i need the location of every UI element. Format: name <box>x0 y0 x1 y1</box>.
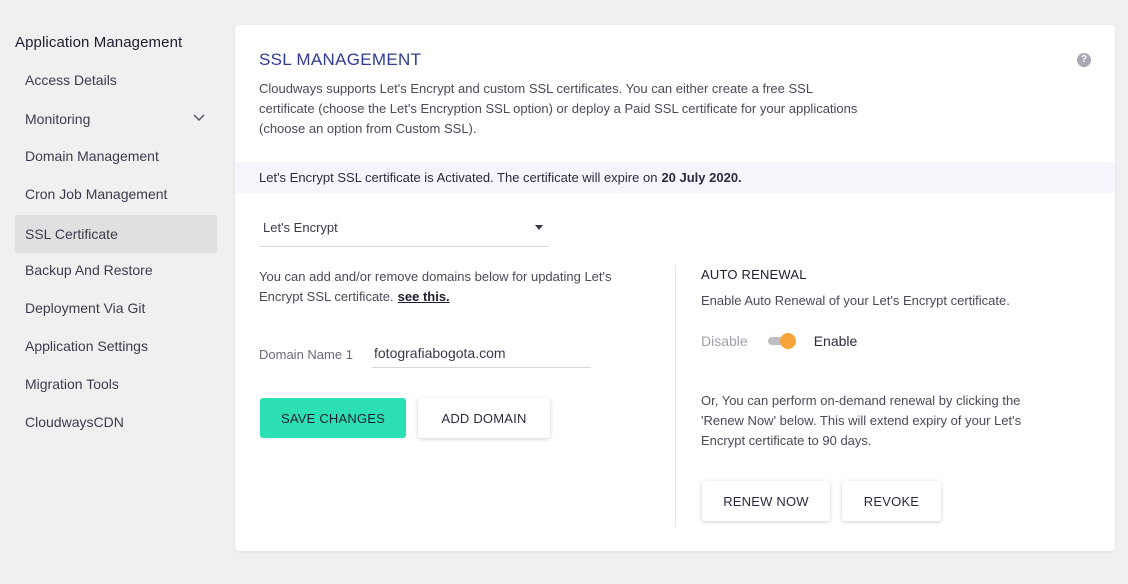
sidebar-item-monitoring[interactable]: Monitoring <box>15 100 217 138</box>
sidebar-item-access-details[interactable]: Access Details <box>15 61 217 99</box>
toggle-knob <box>779 333 796 349</box>
sidebar: Application Management Access Details Mo… <box>0 0 230 584</box>
certificate-status-bar: Let's Encrypt SSL certificate is Activat… <box>235 162 1115 193</box>
auto-renewal-toggle[interactable] <box>766 331 798 351</box>
auto-renewal-toggle-row: Disable Enable <box>701 331 857 351</box>
auto-renewal-title: AUTO RENEWAL <box>701 267 807 282</box>
page-title: SSL MANAGEMENT <box>259 50 422 69</box>
domain-name-input[interactable] <box>372 338 591 368</box>
sidebar-title: Application Management <box>15 34 183 51</box>
sidebar-item-backup-and-restore[interactable]: Backup And Restore <box>15 251 217 289</box>
toggle-disable-label: Disable <box>701 333 748 349</box>
sidebar-item-ssl-certificate[interactable]: SSL Certificate <box>15 215 217 253</box>
revoke-button[interactable]: REVOKE <box>842 481 941 521</box>
sidebar-item-cloudwayscdn[interactable]: CloudwaysCDN <box>15 403 217 441</box>
auto-renewal-description: Enable Auto Renewal of your Let's Encryp… <box>701 293 1010 308</box>
chevron-down-icon <box>193 114 205 122</box>
page-description: Cloudways supports Let's Encrypt and cus… <box>259 81 858 136</box>
expiry-date: 20 July 2020. <box>661 170 742 185</box>
status-text: Let's Encrypt SSL certificate is Activat… <box>259 170 658 185</box>
add-domain-button[interactable]: ADD DOMAIN <box>418 398 550 438</box>
ssl-type-select[interactable]: Let's Encrypt <box>259 209 549 247</box>
domain-name-label: Domain Name 1 <box>259 347 353 362</box>
save-changes-button[interactable]: SAVE CHANGES <box>260 398 406 438</box>
sidebar-item-cron-job-management[interactable]: Cron Job Management <box>15 175 217 213</box>
domains-info: You can add and/or remove domains below … <box>259 267 639 307</box>
toggle-enable-label: Enable <box>813 333 858 349</box>
question-circle-icon[interactable]: ? <box>1077 53 1091 67</box>
sidebar-item-application-settings[interactable]: Application Settings <box>15 327 217 365</box>
sidebar-item-deployment-via-git[interactable]: Deployment Via Git <box>15 289 217 327</box>
sidebar-item-domain-management[interactable]: Domain Management <box>15 137 217 175</box>
sidebar-item-label: Monitoring <box>25 111 91 127</box>
renew-note: Or, You can perform on-demand renewal by… <box>701 393 1022 448</box>
see-this-link[interactable]: see this. <box>398 289 450 304</box>
ssl-management-card: SSL MANAGEMENT ? Cloudways supports Let'… <box>235 25 1115 551</box>
renew-now-button[interactable]: RENEW NOW <box>702 481 830 521</box>
sidebar-item-migration-tools[interactable]: Migration Tools <box>15 365 217 403</box>
caret-down-icon <box>535 225 543 230</box>
section-divider <box>675 265 676 527</box>
ssl-type-value: Let's Encrypt <box>263 220 338 235</box>
